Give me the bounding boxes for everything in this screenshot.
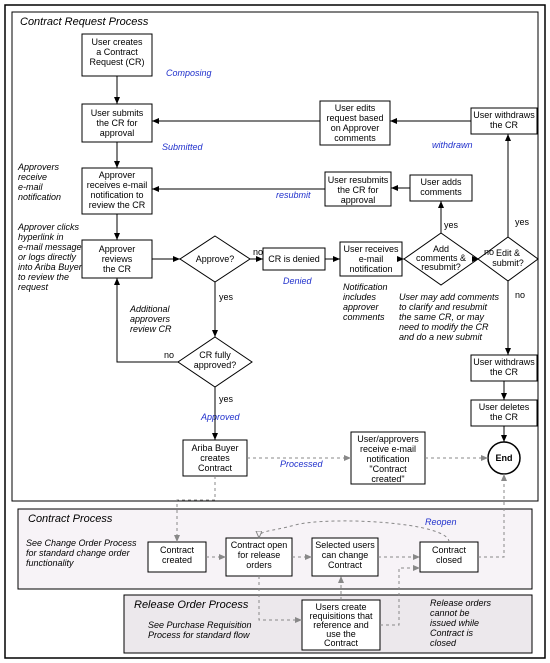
label-yes: yes	[219, 394, 234, 404]
node-user-deletes: User deletesthe CR	[471, 400, 537, 426]
node-selected-users: Selected userscan changeContract	[312, 538, 378, 576]
node-users-create-reqs: Users createrequisitions thatreference a…	[302, 600, 380, 650]
label-resubmit: resubmit	[276, 190, 311, 200]
label-yes: yes	[219, 292, 234, 302]
caption-user-may-add: User may add commentsto clarify and resu…	[399, 292, 500, 342]
caption-see-pr-process: See Purchase RequisitionProcess for stan…	[148, 620, 252, 640]
svg-text:User editsrequest basedon Appr: User editsrequest basedon Approvercommen…	[326, 103, 383, 143]
node-contract-created-email: User/approversreceive e-mailnotification…	[351, 432, 425, 484]
decision-edit-submit: Edit &submit?	[478, 237, 538, 281]
label-withdrawn: withdrawn	[432, 140, 473, 150]
node-contract-created: Contractcreated	[148, 542, 206, 572]
caption-additional-appr: Additionalapproversreview CR	[129, 304, 172, 334]
node-user-withdraws-top: User withdrawsthe CR	[471, 108, 537, 134]
svg-text:Approverreviewsthe CR: Approverreviewsthe CR	[99, 244, 136, 274]
svg-text:User addscomments: User addscomments	[420, 177, 462, 197]
svg-text:Contractcreated: Contractcreated	[160, 545, 195, 565]
svg-text:End: End	[496, 453, 513, 463]
svg-text:Edit &submit?: Edit &submit?	[492, 248, 524, 268]
section-title-crp: Contract Request Process	[20, 16, 149, 28]
label-composing: Composing	[166, 68, 212, 78]
caption-approvers-email: Approversreceivee-mailnotification	[17, 162, 61, 202]
decision-approve: Approve?	[180, 236, 250, 282]
caption-approver-click: Approver clickshyperlink ine-mail messag…	[17, 222, 83, 292]
label-yes: yes	[444, 220, 459, 230]
label-denied: Denied	[283, 276, 313, 286]
label-no: no	[515, 290, 525, 300]
svg-text:CR is denied: CR is denied	[268, 254, 320, 264]
node-user-resubmits: User resubmitsthe CR forapproval	[325, 172, 391, 206]
node-user-adds-comments: User addscomments	[410, 175, 472, 201]
svg-text:User createsa ContractRequest: User createsa ContractRequest (CR)	[89, 37, 144, 67]
node-user-edits-request: User editsrequest basedon Approvercommen…	[320, 101, 390, 145]
node-user-submits-cr: User submitsthe CR forapproval	[82, 104, 152, 142]
node-ariba-creates-contract: Ariba BuyercreatesContract	[183, 440, 247, 476]
svg-text:CR fullyapproved?: CR fullyapproved?	[194, 350, 237, 370]
decision-fully-approved: CR fullyapproved?	[178, 337, 252, 387]
label-no: no	[484, 247, 494, 257]
node-contract-open: Contract openfor releaseorders	[226, 538, 292, 576]
node-cr-denied: CR is denied	[263, 248, 325, 270]
node-user-creates-cr: User createsa ContractRequest (CR)	[82, 34, 152, 76]
node-approver-notified: Approverreceives e-mailnotification tore…	[82, 168, 152, 214]
section-title-rop: Release Order Process	[134, 599, 249, 611]
label-approved: Approved	[200, 412, 241, 422]
label-reopen: Reopen	[425, 517, 457, 527]
flowchart-canvas: Contract Request Process Contract Proces…	[0, 0, 550, 663]
svg-text:Contractclosed: Contractclosed	[432, 545, 467, 565]
caption-notification-inc: Notificationincludesapprovercomments	[343, 282, 388, 322]
node-end: End	[488, 442, 520, 474]
label-yes: yes	[515, 217, 530, 227]
label-submitted: Submitted	[162, 142, 204, 152]
label-no: no	[253, 247, 263, 257]
label-no: no	[164, 350, 174, 360]
node-user-withdraws-mid: User withdrawsthe CR	[471, 355, 537, 381]
node-contract-closed: Contractclosed	[420, 542, 478, 572]
svg-text:Approve?: Approve?	[196, 254, 235, 264]
section-title-cp: Contract Process	[28, 513, 113, 525]
node-approver-reviews: Approverreviewsthe CR	[82, 240, 152, 278]
label-processed: Processed	[280, 459, 324, 469]
node-user-receives-email: User receivese-mailnotification	[340, 242, 402, 276]
decision-add-comments: Addcomments &resubmit?	[404, 233, 478, 285]
